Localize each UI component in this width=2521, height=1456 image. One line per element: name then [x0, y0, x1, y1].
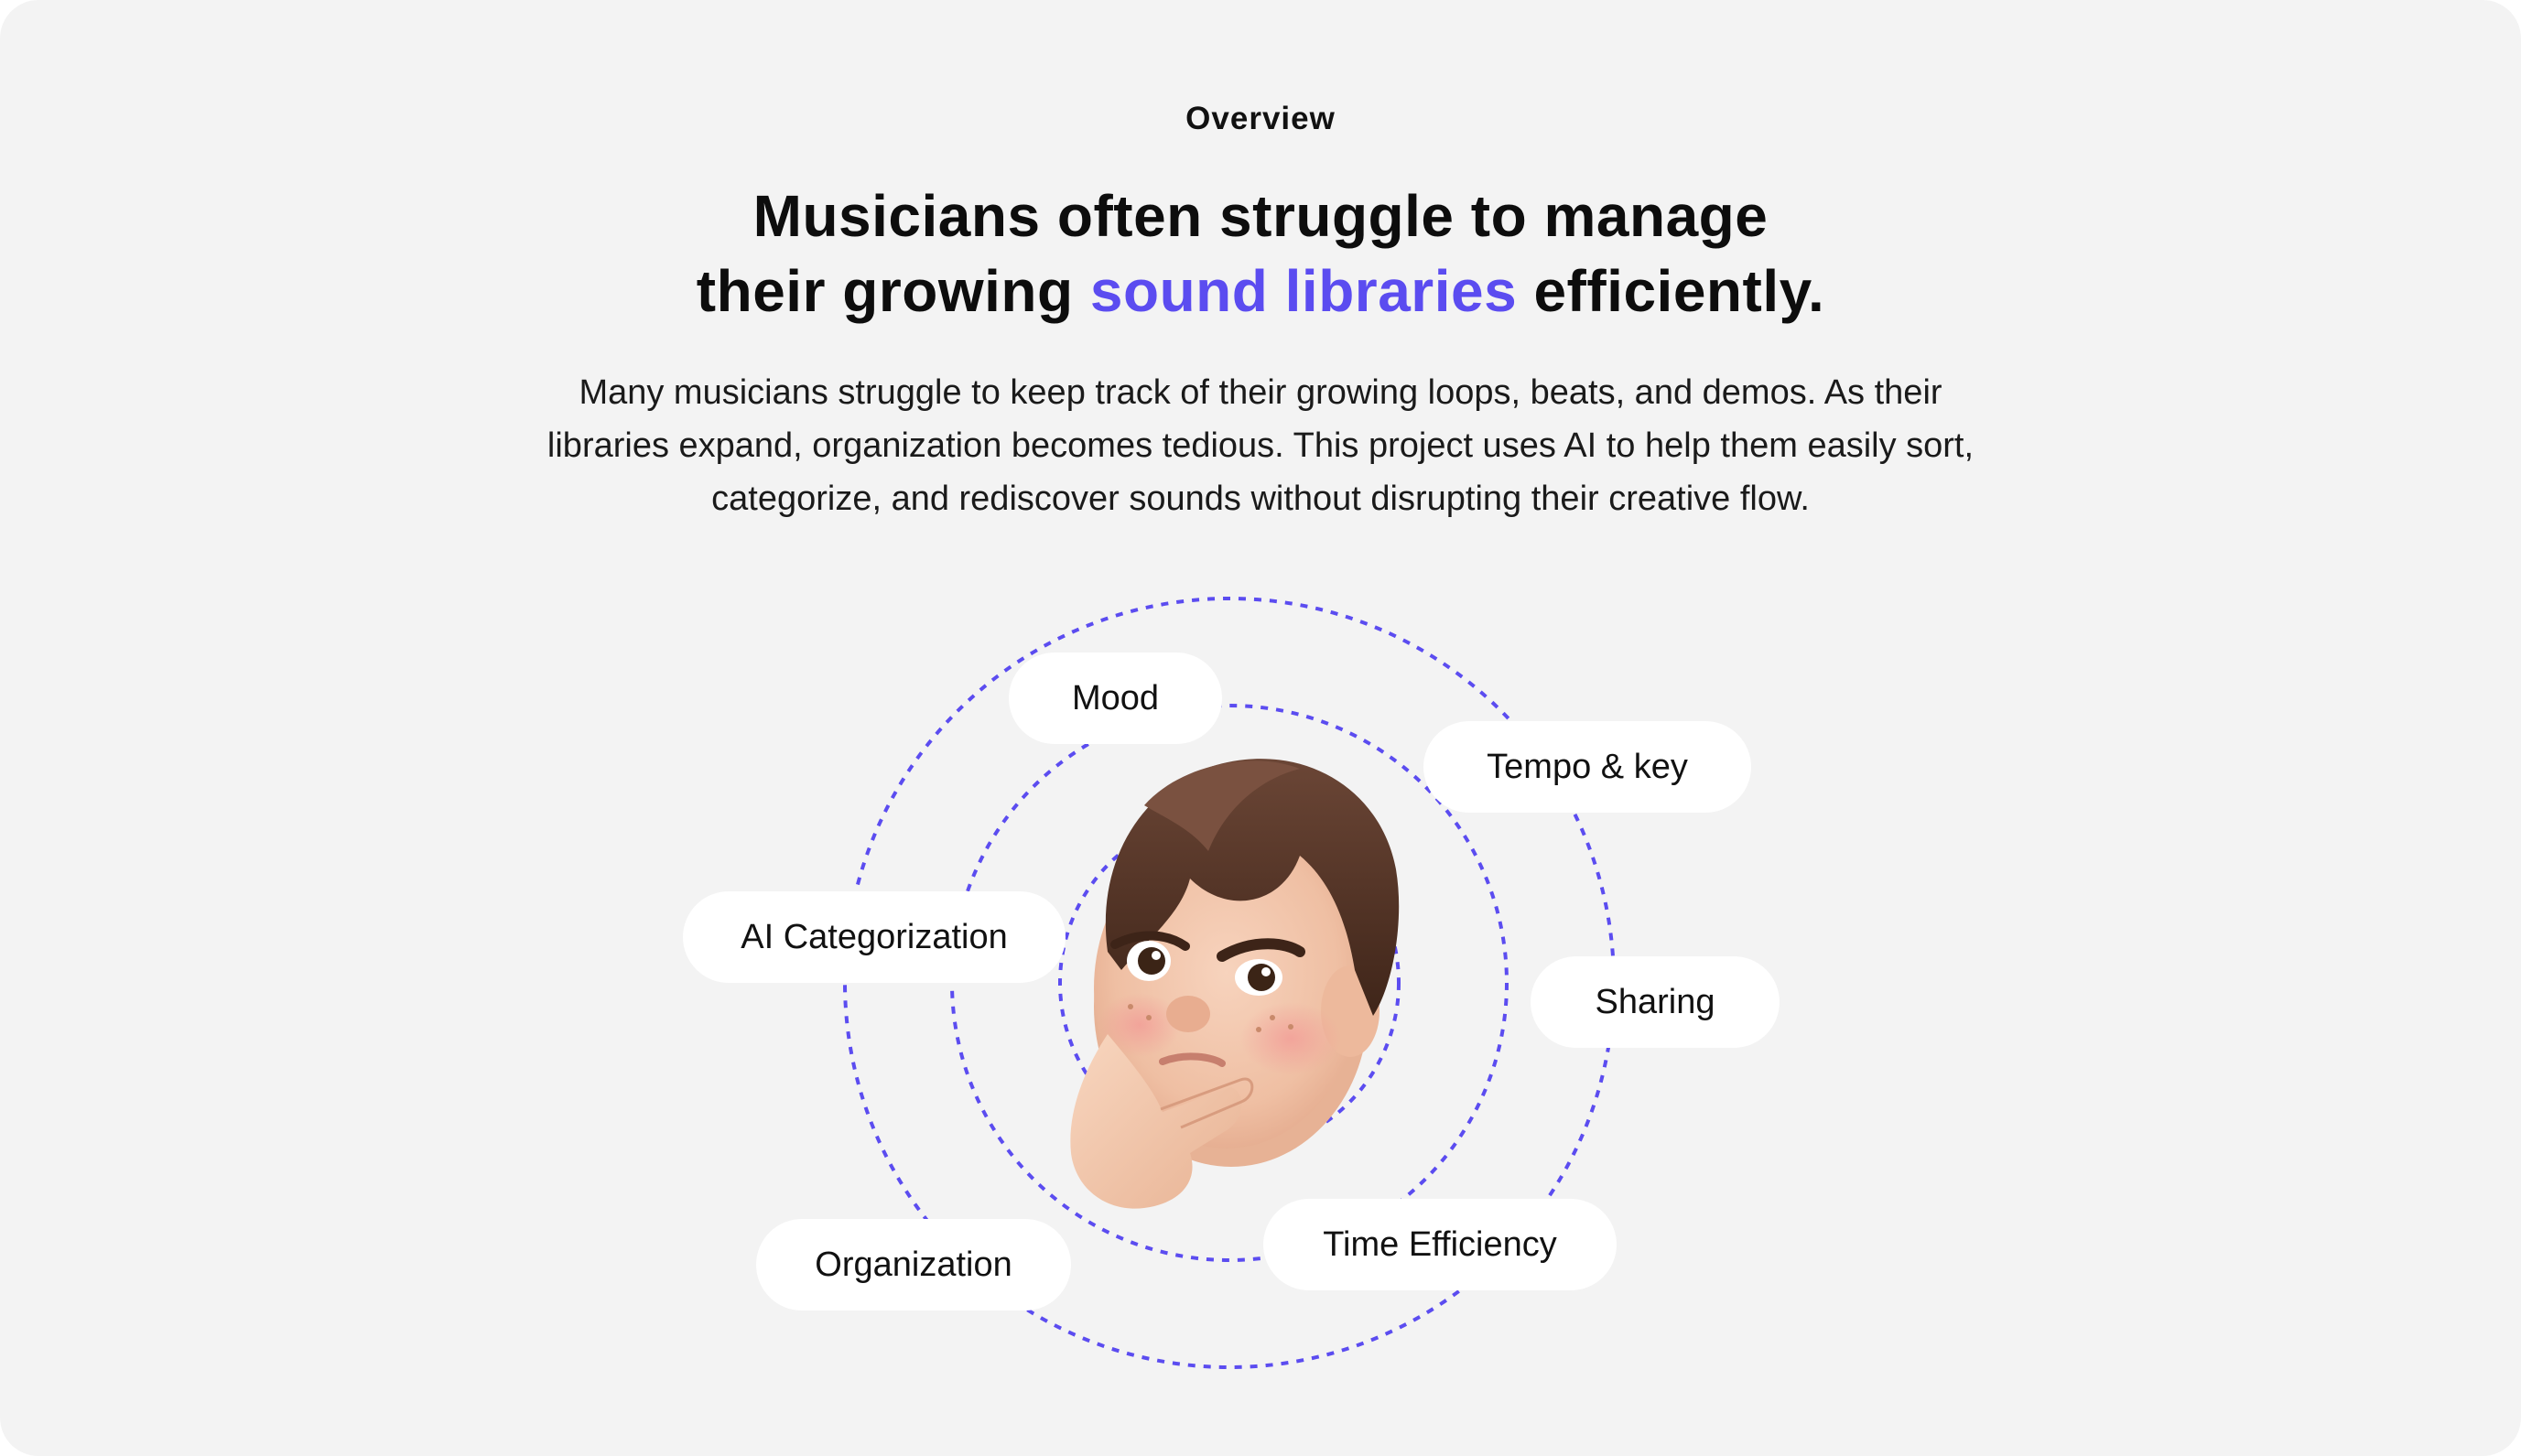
- tag-mood: Mood: [1009, 653, 1222, 744]
- tag-sharing: Sharing: [1531, 956, 1780, 1048]
- overview-card: Overview Musicians often struggle to man…: [0, 0, 2521, 1456]
- tag-time-efficiency: Time Efficiency: [1263, 1199, 1617, 1290]
- thinking-memoji-avatar: [1070, 759, 1400, 1209]
- concept-diagram: [843, 597, 1616, 1369]
- tag-ai-categorization: AI Categorization: [683, 891, 1066, 983]
- tag-organization: Organization: [756, 1219, 1071, 1310]
- tag-tempo-key: Tempo & key: [1423, 721, 1751, 813]
